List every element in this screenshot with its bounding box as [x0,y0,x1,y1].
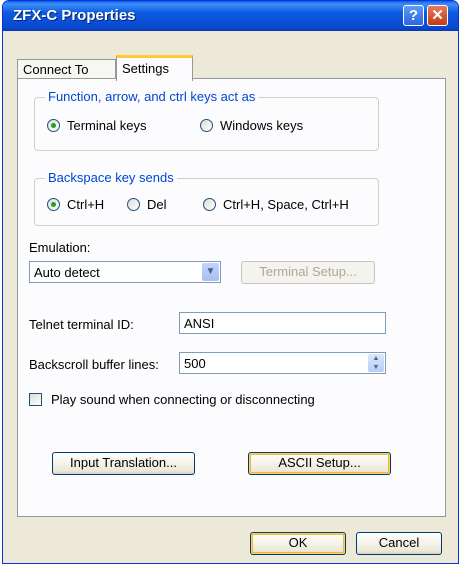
chevron-down-icon[interactable]: ▼ [202,263,219,281]
keys-group-legend: Function, arrow, and ctrl keys act as [45,89,259,104]
close-button[interactable]: ✕ [427,5,448,26]
telnet-id-input[interactable]: ANSI [179,312,386,334]
radio-ctrl-h-space-ctrl-h[interactable]: Ctrl+H, Space, Ctrl+H [203,197,349,212]
emulation-value: Auto detect [34,265,100,280]
play-sound-label: Play sound when connecting or disconnect… [51,392,315,407]
help-button[interactable]: ? [403,5,424,26]
backspace-group: Backspace key sends Ctrl+H Del Ctrl+H, S… [34,170,379,226]
radio-button-icon [47,119,60,132]
title-bar[interactable]: ZFX-C Properties ? ✕ [3,1,458,31]
backscroll-input[interactable]: 500 ▲ ▼ [179,352,386,374]
cancel-button[interactable]: Cancel [356,532,442,555]
properties-dialog: ZFX-C Properties ? ✕ Connect To Settings… [2,0,459,564]
input-translation-button[interactable]: Input Translation... [52,452,195,475]
ascii-setup-button[interactable]: ASCII Setup... [248,452,391,475]
radio-label: Ctrl+H [67,197,105,212]
tab-settings[interactable]: Settings [116,55,193,81]
play-sound-checkbox[interactable]: Play sound when connecting or disconnect… [29,392,315,407]
radio-button-icon [200,119,213,132]
radio-button-icon [47,198,60,211]
spin-down-icon[interactable]: ▼ [368,363,384,372]
backscroll-value: 500 [184,356,206,371]
emulation-select[interactable]: Auto detect ▼ [29,261,221,283]
radio-label: Terminal keys [67,118,147,133]
radio-button-icon [203,198,216,211]
ok-button[interactable]: OK [250,532,346,555]
tab-connect-to[interactable]: Connect To [17,59,116,79]
spin-stepper[interactable]: ▲ ▼ [368,354,384,372]
spin-up-icon[interactable]: ▲ [368,354,384,363]
backscroll-label: Backscroll buffer lines: [29,357,159,372]
settings-panel: Function, arrow, and ctrl keys act as Te… [17,78,446,517]
telnet-id-label: Telnet terminal ID: [29,317,134,332]
checkbox-icon [29,393,42,406]
radio-terminal-keys[interactable]: Terminal keys [47,118,146,133]
backspace-group-legend: Backspace key sends [45,170,177,185]
radio-del[interactable]: Del [127,197,167,212]
terminal-setup-button[interactable]: Terminal Setup... [241,261,375,284]
radio-windows-keys[interactable]: Windows keys [200,118,303,133]
radio-label: Ctrl+H, Space, Ctrl+H [223,197,349,212]
radio-ctrl-h[interactable]: Ctrl+H [47,197,104,212]
emulation-label: Emulation: [29,240,91,255]
window-title: ZFX-C Properties [13,7,136,24]
keys-group: Function, arrow, and ctrl keys act as Te… [34,89,379,151]
radio-label: Del [147,197,167,212]
radio-label: Windows keys [220,118,304,133]
radio-button-icon [127,198,140,211]
